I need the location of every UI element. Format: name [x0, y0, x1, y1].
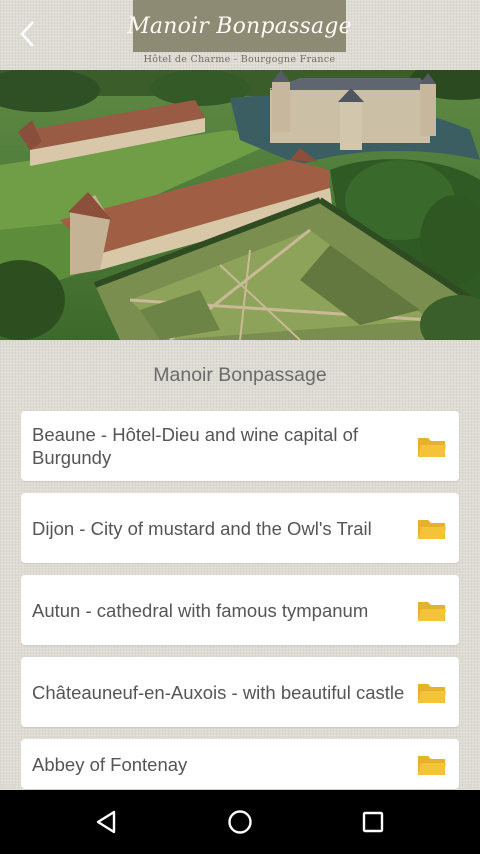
list-item-label: Beaune - Hôtel-Dieu and wine capital of …: [32, 424, 358, 468]
folder-icon: [418, 756, 446, 775]
list-item-chateauneuf[interactable]: Châteauneuf-en-Auxois - with beautiful c…: [21, 657, 459, 727]
hero-image: [0, 70, 480, 340]
list-item-label: Autun - cathedral with famous tympanum: [32, 599, 369, 621]
nav-back-icon: [96, 810, 116, 834]
list-item-fontenay[interactable]: Abbey of Fontenay: [21, 739, 459, 789]
page-title: Manoir Bonpassage: [153, 364, 327, 386]
folder-icon: [418, 602, 446, 621]
nav-back-button[interactable]: [87, 802, 127, 842]
system-navigation-bar: [0, 790, 480, 854]
list-item-dijon[interactable]: Dijon - City of mustard and the Owl's Tr…: [21, 493, 459, 563]
list-item-label: Châteauneuf-en-Auxois - with beautiful c…: [32, 681, 405, 703]
logo-text: Manoir Bonpassage: [127, 13, 352, 39]
nav-home-button[interactable]: [220, 802, 260, 842]
back-button[interactable]: [10, 16, 46, 52]
folder-icon: [418, 684, 446, 703]
header: Manoir Bonpassage Hôtel de Charme - Bour…: [0, 0, 480, 70]
chevron-left-icon: [20, 21, 34, 47]
nav-recents-icon: [362, 811, 384, 833]
destination-list: Beaune - Hôtel-Dieu and wine capital of …: [21, 411, 459, 801]
folder-icon: [418, 438, 446, 457]
hotel-logo: Manoir Bonpassage: [127, 0, 352, 52]
nav-recents-button[interactable]: [353, 802, 393, 842]
list-item-autun[interactable]: Autun - cathedral with famous tympanum: [21, 575, 459, 645]
list-item-label: Abbey of Fontenay: [32, 753, 188, 775]
folder-icon: [418, 520, 446, 539]
logo-subtitle: Hôtel de Charme - Bourgogne France: [143, 54, 336, 65]
list-item-label: Dijon - City of mustard and the Owl's Tr…: [32, 517, 372, 539]
list-item-beaune[interactable]: Beaune - Hôtel-Dieu and wine capital of …: [21, 411, 459, 481]
nav-home-icon: [228, 810, 252, 834]
